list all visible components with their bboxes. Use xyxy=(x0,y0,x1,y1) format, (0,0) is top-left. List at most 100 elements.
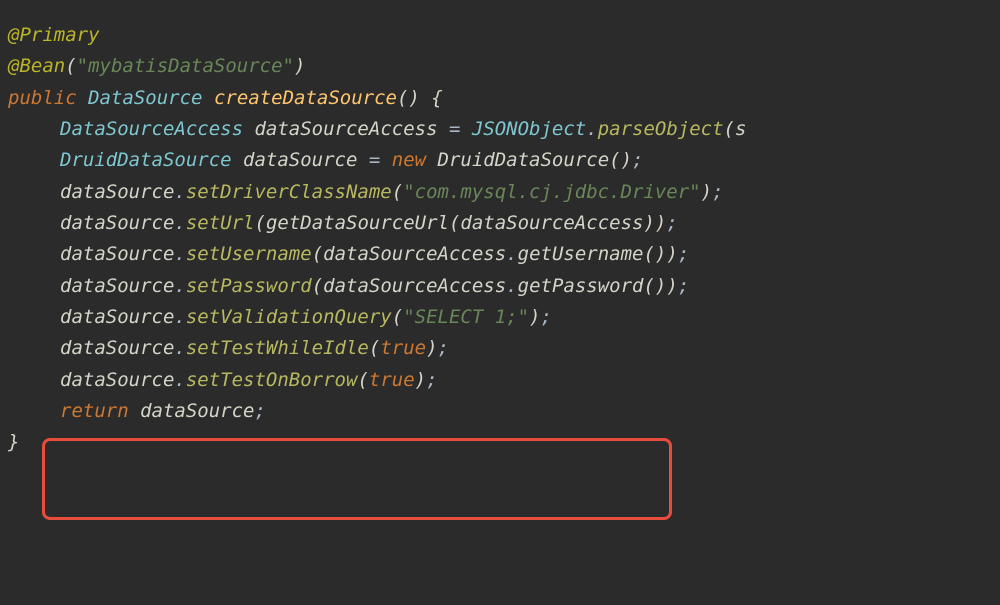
variable: dataSource xyxy=(60,181,174,203)
keyword: public xyxy=(8,87,77,109)
variable: dataSource xyxy=(60,306,174,328)
paren: ( xyxy=(724,118,735,140)
string-literal: "mybatisDataSource" xyxy=(77,55,294,77)
code-line: return dataSource; xyxy=(8,396,992,427)
method-call: getDataSourceUrl xyxy=(266,212,449,234)
variable: dataSource xyxy=(60,337,174,359)
paren: ) xyxy=(655,212,666,234)
variable: dataSource xyxy=(60,243,174,265)
method-call: setUsername xyxy=(186,243,312,265)
variable: dataSource xyxy=(60,212,174,234)
dot: . xyxy=(174,275,185,297)
keyword: new xyxy=(392,149,426,171)
method-call: getUsername xyxy=(518,243,644,265)
dot: . xyxy=(174,306,185,328)
string-literal: "SELECT 1;" xyxy=(403,306,529,328)
paren: ( xyxy=(357,369,368,391)
method-call: setPassword xyxy=(186,275,312,297)
paren: ( xyxy=(312,243,323,265)
code-line: dataSource.setUrl(getDataSourceUrl(dataS… xyxy=(8,208,992,239)
code-line: dataSource.setUsername(dataSourceAccess.… xyxy=(8,239,992,270)
paren: ( xyxy=(65,55,76,77)
keyword: true xyxy=(369,369,415,391)
paren: ( xyxy=(254,212,265,234)
dot: . xyxy=(174,369,185,391)
variable: dataSource xyxy=(60,369,174,391)
method-call: setDriverClassName xyxy=(186,181,392,203)
annotation: @Primary xyxy=(8,24,100,46)
type: DruidDataSource xyxy=(438,149,610,171)
method-call: setTestWhileIdle xyxy=(186,337,369,359)
dot: . xyxy=(506,243,517,265)
operator: = xyxy=(357,149,391,171)
paren: ) xyxy=(294,55,305,77)
code-line: dataSource.setPassword(dataSourceAccess.… xyxy=(8,271,992,302)
variable: dataSource xyxy=(60,275,174,297)
semicolon: ; xyxy=(541,306,552,328)
dot: . xyxy=(174,243,185,265)
method-call: getPassword xyxy=(518,275,644,297)
paren: () xyxy=(643,275,666,297)
semicolon: ; xyxy=(712,181,723,203)
variable: dataSourceAccess xyxy=(254,118,437,140)
method-name: createDataSource xyxy=(214,87,397,109)
paren: ( xyxy=(312,275,323,297)
operator: = xyxy=(438,118,472,140)
keyword: return xyxy=(60,400,129,422)
method-call: setTestOnBorrow xyxy=(186,369,358,391)
type: JSONObject xyxy=(472,118,586,140)
paren: ( xyxy=(369,337,380,359)
dot: . xyxy=(174,337,185,359)
paren: ) xyxy=(666,243,677,265)
paren: ) xyxy=(415,369,426,391)
paren: ) xyxy=(701,181,712,203)
semicolon: ; xyxy=(678,275,689,297)
paren: () xyxy=(397,87,420,109)
paren: ) xyxy=(643,212,654,234)
code-line: DruidDataSource dataSource = new DruidDa… xyxy=(8,145,992,176)
type: DataSourceAccess xyxy=(60,118,243,140)
paren: ) xyxy=(426,337,437,359)
code-line: dataSource.setTestOnBorrow(true); xyxy=(8,365,992,396)
paren: ( xyxy=(392,306,403,328)
paren: ) xyxy=(666,275,677,297)
variable: dataSource xyxy=(140,400,254,422)
paren: ( xyxy=(449,212,460,234)
variable: dataSourceAccess xyxy=(460,212,643,234)
code-line: DataSourceAccess dataSourceAccess = JSON… xyxy=(8,114,992,145)
type: DruidDataSource xyxy=(60,149,232,171)
keyword: true xyxy=(380,337,426,359)
semicolon: ; xyxy=(666,212,677,234)
variable: dataSource xyxy=(243,149,357,171)
code-line: @Bean("mybatisDataSource") xyxy=(8,51,992,82)
brace: } xyxy=(8,431,19,453)
dot: . xyxy=(174,212,185,234)
paren: () xyxy=(609,149,632,171)
paren: ) xyxy=(529,306,540,328)
dot: . xyxy=(506,275,517,297)
semicolon: ; xyxy=(632,149,643,171)
code-line: dataSource.setDriverClassName("com.mysql… xyxy=(8,177,992,208)
code-line: } xyxy=(8,427,992,458)
string-literal: "com.mysql.cj.jdbc.Driver" xyxy=(403,181,700,203)
code-line: public DataSource createDataSource() { xyxy=(8,83,992,114)
brace: { xyxy=(420,87,443,109)
dot: . xyxy=(174,181,185,203)
code-editor[interactable]: @Primary @Bean("mybatisDataSource") publ… xyxy=(8,20,992,459)
method-call: setValidationQuery xyxy=(186,306,392,328)
dot: . xyxy=(586,118,597,140)
variable: dataSourceAccess xyxy=(323,243,506,265)
type: DataSource xyxy=(88,87,202,109)
code-line: dataSource.setValidationQuery("SELECT 1;… xyxy=(8,302,992,333)
variable: dataSourceAccess xyxy=(323,275,506,297)
code-line: dataSource.setTestWhileIdle(true); xyxy=(8,333,992,364)
semicolon: ; xyxy=(426,369,437,391)
semicolon: ; xyxy=(254,400,265,422)
semicolon: ; xyxy=(678,243,689,265)
method-call: parseObject xyxy=(598,118,724,140)
paren: ( xyxy=(392,181,403,203)
method-call: setUrl xyxy=(186,212,255,234)
code-line: @Primary xyxy=(8,20,992,51)
variable: s xyxy=(735,118,746,140)
annotation: @Bean xyxy=(8,55,65,77)
